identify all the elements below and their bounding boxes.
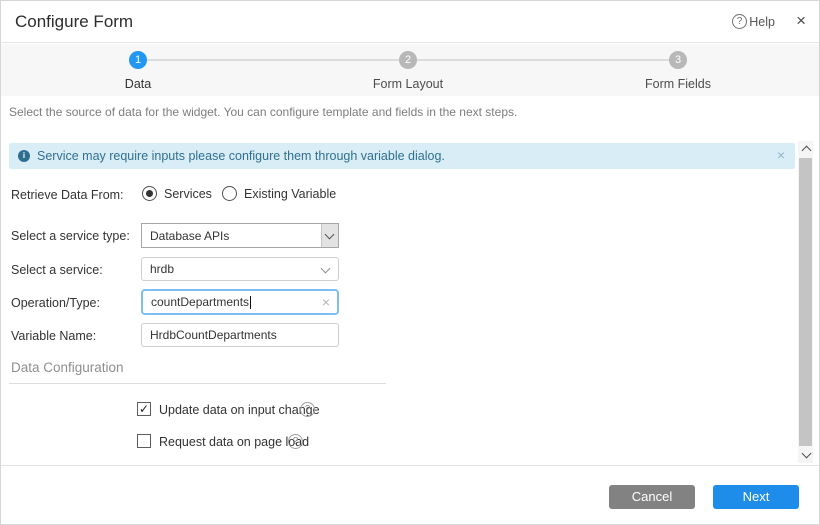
scroll-up-icon[interactable] <box>798 141 813 157</box>
vertical-scrollbar[interactable] <box>798 141 813 463</box>
help-icon[interactable]: ? <box>732 14 747 29</box>
help-link[interactable]: Help <box>749 1 775 43</box>
services-radio-label[interactable]: Services <box>164 187 212 201</box>
scrollbar-thumb[interactable] <box>799 158 812 446</box>
chevron-down-icon <box>321 264 331 274</box>
service-type-select[interactable]: Database APIs <box>141 223 339 248</box>
text-caret <box>250 296 251 309</box>
update-data-checkbox[interactable]: ✓ <box>137 402 151 416</box>
update-data-checkbox-row: ✓ Update data on input change ? <box>137 402 397 418</box>
configure-form-dialog: Configure Form ? Help × 1 Data 2 Form La… <box>0 0 820 525</box>
help-tooltip-icon[interactable]: ? <box>288 434 303 449</box>
request-data-checkbox-label[interactable]: Request data on page load <box>159 435 309 449</box>
request-data-checkbox[interactable] <box>137 434 151 448</box>
step-3-label: Form Fields <box>645 77 711 91</box>
operation-type-input[interactable]: countDepartments × <box>141 289 339 315</box>
close-icon[interactable]: × <box>796 1 806 41</box>
clear-input-icon[interactable]: × <box>322 291 330 314</box>
cancel-button[interactable]: Cancel <box>609 485 695 509</box>
banner-close-icon[interactable]: × <box>777 143 785 168</box>
operation-type-value: countDepartments <box>151 295 249 309</box>
service-select[interactable]: hrdb <box>141 257 339 281</box>
step-2-circle: 2 <box>399 51 417 69</box>
retrieve-data-from-label: Retrieve Data From: <box>11 188 124 202</box>
dialog-title: Configure Form <box>15 1 133 42</box>
section-divider <box>9 383 386 384</box>
update-data-checkbox-label[interactable]: Update data on input change <box>159 403 320 417</box>
help-tooltip-icon[interactable]: ? <box>300 402 315 417</box>
step-1-circle: 1 <box>129 51 147 69</box>
next-button[interactable]: Next <box>713 485 799 509</box>
dialog-header: Configure Form ? Help × <box>1 1 819 43</box>
info-banner-text: Service may require inputs please config… <box>37 143 445 169</box>
step-1-label: Data <box>125 77 151 91</box>
variable-name-value: HrdbCountDepartments <box>150 324 277 346</box>
step-3-circle: 3 <box>669 51 687 69</box>
page-description: Select the source of data for the widget… <box>9 105 517 119</box>
info-icon: i <box>18 150 30 162</box>
existing-variable-radio-label[interactable]: Existing Variable <box>244 187 336 201</box>
service-label: Select a service: <box>11 263 103 277</box>
wizard-stepper: 1 Data 2 Form Layout 3 Form Fields <box>1 44 819 96</box>
service-type-dropdown-button[interactable] <box>321 224 338 247</box>
chevron-down-icon <box>325 230 335 240</box>
operation-type-label: Operation/Type: <box>11 296 100 310</box>
variable-name-label: Variable Name: <box>11 329 96 343</box>
variable-name-input[interactable]: HrdbCountDepartments <box>141 323 339 347</box>
footer-divider <box>1 465 820 466</box>
service-type-value: Database APIs <box>150 224 229 247</box>
request-data-checkbox-row: Request data on page load ? <box>137 434 397 450</box>
step-2-label: Form Layout <box>373 77 443 91</box>
service-type-label: Select a service type: <box>11 229 130 243</box>
data-configuration-heading: Data Configuration <box>11 360 124 375</box>
scroll-down-icon[interactable] <box>798 447 813 463</box>
services-radio[interactable] <box>142 186 157 201</box>
info-banner: i Service may require inputs please conf… <box>9 143 795 169</box>
service-value: hrdb <box>150 258 174 280</box>
existing-variable-radio[interactable] <box>222 186 237 201</box>
